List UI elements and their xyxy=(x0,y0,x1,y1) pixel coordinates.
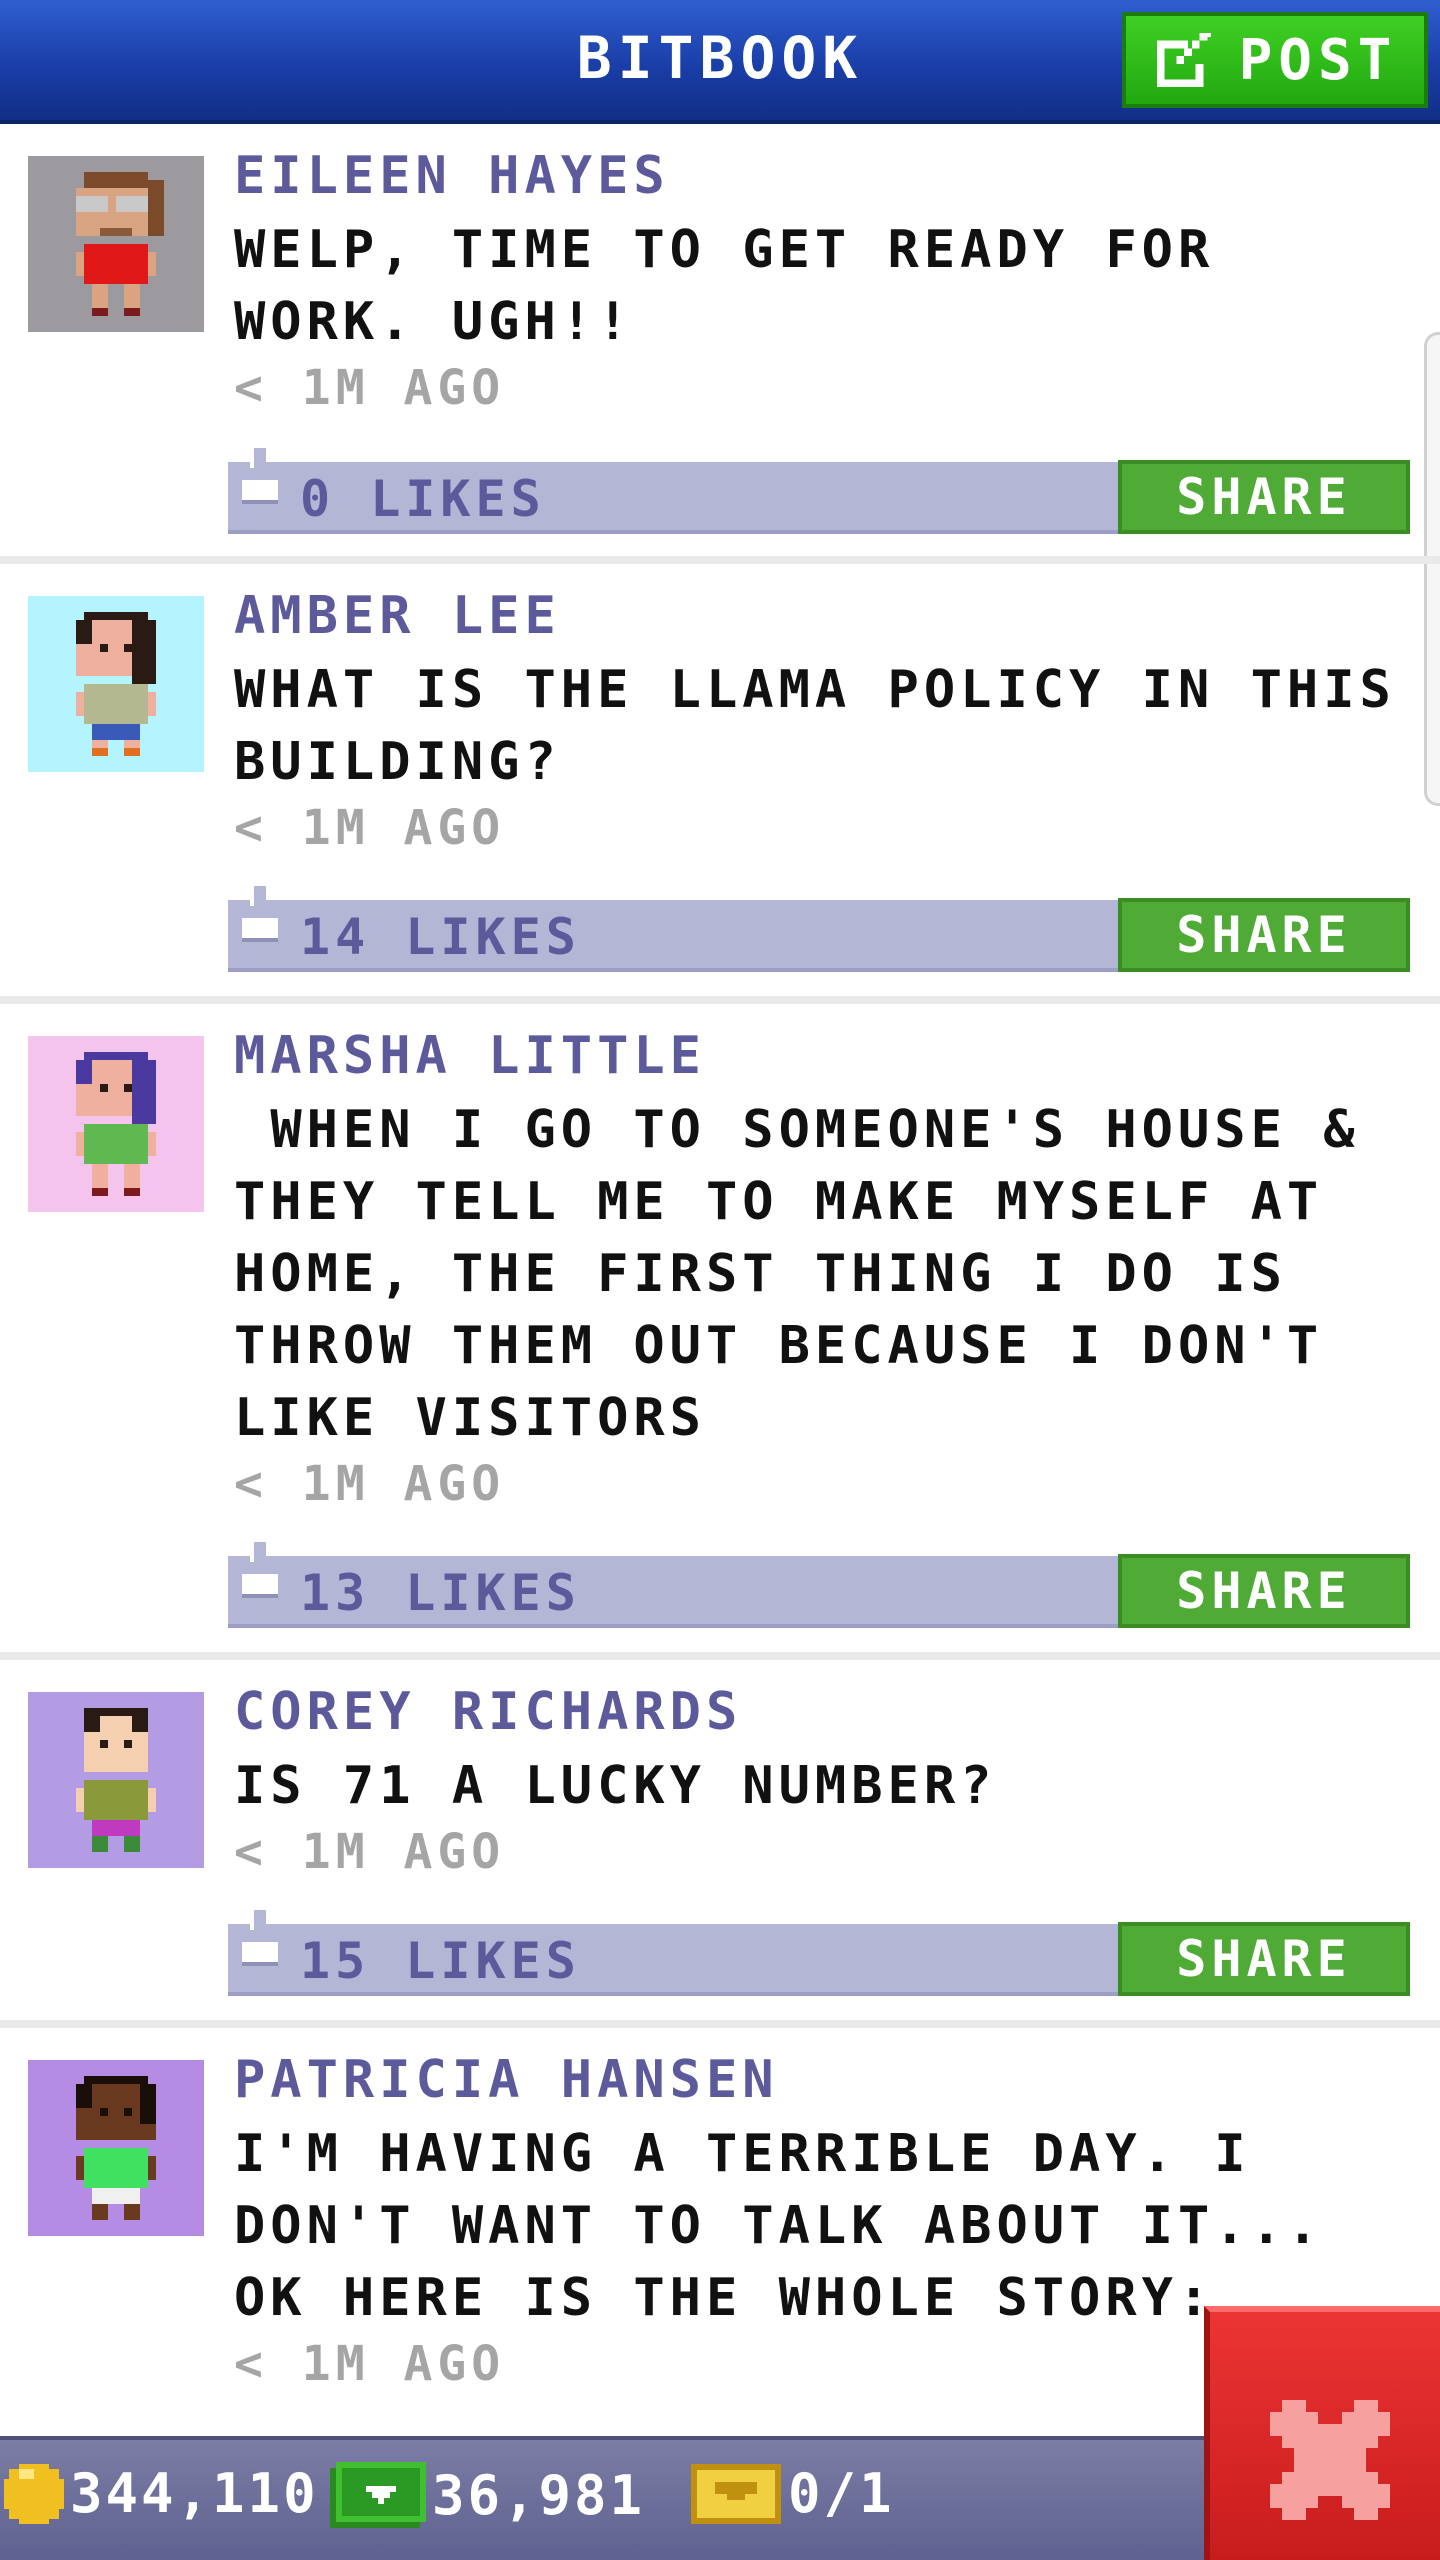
post-text: WHEN I GO TO SOMEONE'S HOUSE & THEY TELL… xyxy=(234,1100,1396,1448)
app-header: BITBOOK POST xyxy=(0,0,1440,124)
post-time: < 1M AGO xyxy=(234,2336,506,2392)
edit-icon xyxy=(1156,32,1211,88)
post-button[interactable]: POST xyxy=(1122,12,1428,108)
likes-bar: 0 LIKES SHARE xyxy=(228,448,1410,534)
avatar xyxy=(28,2060,204,2236)
like-icon[interactable] xyxy=(238,1910,282,1974)
feed-post: COREY RICHARDS IS 71 A LUCKY NUMBER? < 1… xyxy=(0,1660,1440,2024)
avatar xyxy=(28,156,204,332)
post-author[interactable]: EILEEN HAYES xyxy=(234,146,670,206)
feed-post: EILEEN HAYES WELP, TIME TO GET READY FOR… xyxy=(0,124,1440,560)
coin-icon xyxy=(4,2463,64,2524)
like-icon[interactable] xyxy=(238,886,282,950)
share-button[interactable]: SHARE xyxy=(1118,1922,1410,1996)
share-button[interactable]: SHARE xyxy=(1118,898,1410,972)
likes-count: 0 LIKES xyxy=(300,470,546,528)
post-text: WHAT IS THE LLAMA POLICY IN THIS BUILDIN… xyxy=(234,660,1433,792)
bux-icon xyxy=(330,2462,426,2528)
coins-stat[interactable]: 344,110 xyxy=(4,2462,319,2525)
likes-bar: 14 LIKES SHARE xyxy=(228,886,1410,972)
like-icon[interactable] xyxy=(238,448,282,512)
divider xyxy=(0,996,1440,1004)
likes-count: 13 LIKES xyxy=(300,1564,581,1622)
post-author[interactable]: AMBER LEE xyxy=(234,586,561,646)
avatar-character-icon xyxy=(76,2076,156,2220)
close-button[interactable] xyxy=(1204,2306,1440,2560)
post-author[interactable]: PATRICIA HANSEN xyxy=(234,2050,779,2110)
avatar xyxy=(28,596,204,772)
coins-value: 344,110 xyxy=(70,2462,319,2525)
post-author[interactable]: MARSHA LITTLE xyxy=(234,1026,706,1086)
divider xyxy=(0,2020,1440,2028)
avatar-character-icon xyxy=(76,1708,156,1852)
avatar xyxy=(28,1692,204,1868)
likes-count: 15 LIKES xyxy=(300,1932,581,1990)
post-text: I'M HAVING A TERRIBLE DAY. I DON'T WANT … xyxy=(234,2124,1396,2328)
vip-ticket-icon xyxy=(691,2463,781,2524)
avatar-character-icon xyxy=(76,1052,156,1196)
likes-count: 14 LIKES xyxy=(300,908,581,966)
vip-value: 0/1 xyxy=(788,2462,895,2525)
post-button-label: POST xyxy=(1238,27,1398,93)
feed-post: AMBER LEE WHAT IS THE LLAMA POLICY IN TH… xyxy=(0,564,1440,996)
divider xyxy=(0,556,1440,564)
bux-value: 36,981 xyxy=(432,2463,646,2527)
vip-stat[interactable]: 0/1 xyxy=(690,2462,895,2525)
avatar xyxy=(28,1036,204,1212)
divider xyxy=(0,1652,1440,1660)
likes-bar: 15 LIKES SHARE xyxy=(228,1910,1410,1996)
post-time: < 1M AGO xyxy=(234,360,506,416)
share-button[interactable]: SHARE xyxy=(1118,1554,1410,1628)
post-time: < 1M AGO xyxy=(234,1824,506,1880)
post-time: < 1M AGO xyxy=(234,1456,506,1512)
post-text: IS 71 A LUCKY NUMBER? xyxy=(234,1756,997,1816)
feed-post: MARSHA LITTLE WHEN I GO TO SOMEONE'S HOU… xyxy=(0,1004,1440,1656)
like-icon[interactable] xyxy=(238,1542,282,1606)
close-x-icon xyxy=(1270,2400,1390,2520)
avatar-character-icon xyxy=(76,612,156,756)
avatar-character-icon xyxy=(76,172,164,316)
likes-bar: 13 LIKES SHARE xyxy=(228,1542,1410,1628)
post-text: WELP, TIME TO GET READY FOR WORK. UGH!! xyxy=(234,220,1251,352)
post-time: < 1M AGO xyxy=(234,800,506,856)
bux-stat[interactable]: 36,981 xyxy=(330,2462,645,2528)
share-button[interactable]: SHARE xyxy=(1118,460,1410,534)
post-author[interactable]: COREY RICHARDS xyxy=(234,1682,742,1742)
